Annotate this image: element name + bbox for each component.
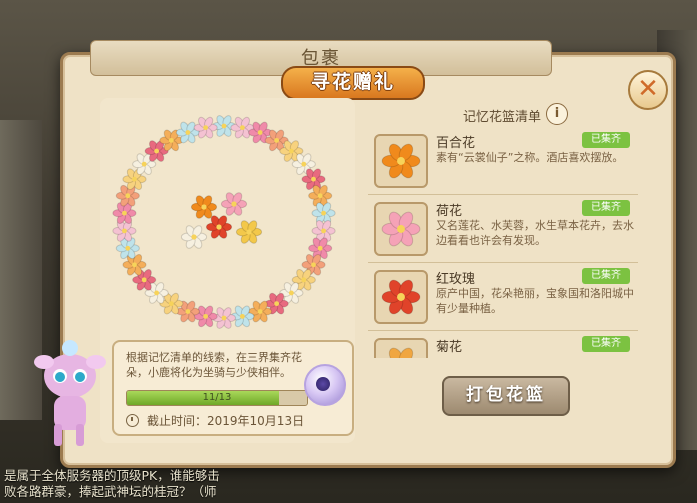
collection-progress-bar: 11/13 xyxy=(126,390,308,406)
item-name: 红玫瑰 xyxy=(436,272,476,287)
collected-badge: 已集齐 xyxy=(582,132,630,148)
item-name: 荷花 xyxy=(436,204,463,219)
list-item[interactable]: 荷花 又名莲花、水芙蓉，水生草本花卉，去水边看看也许会有发现。 已集齐 xyxy=(368,196,638,263)
item-desc: 原产中国，花朵艳丽，宝象国和洛阳城中有少量种植。 xyxy=(436,287,634,315)
lily-icon xyxy=(374,134,428,188)
event-title-ribbon: 寻花赠礼 xyxy=(281,66,425,100)
wreath-flower xyxy=(180,225,208,249)
wreath-flower xyxy=(193,116,218,139)
close-button[interactable]: ✕ xyxy=(628,70,668,110)
lotus-icon xyxy=(374,202,428,256)
pack-basket-button[interactable]: 打包花篮 xyxy=(442,376,570,416)
collected-badge: 已集齐 xyxy=(582,336,630,352)
collected-badge: 已集齐 xyxy=(582,268,630,284)
chat-log: 是属于全体服务器的顶级PK，谁能够击 败各路群豪，捧起武神坛的桂冠？（师 xyxy=(4,468,464,500)
progress-text: 11/13 xyxy=(202,392,232,403)
clock-icon xyxy=(126,414,139,427)
chat-line: 是属于全体服务器的顶级PK，谁能够击 xyxy=(4,468,220,483)
list-item[interactable]: 红玫瑰 原产中国，花朵艳丽，宝象国和洛阳城中有少量种植。 已集齐 xyxy=(368,264,638,331)
wreath-flower xyxy=(230,116,255,139)
collected-badge: 已集齐 xyxy=(582,200,630,216)
wreath-flower xyxy=(193,305,218,328)
list-item[interactable]: 百合花 素有“云裳仙子”之称。酒店喜欢摆放。 已集齐 xyxy=(368,128,638,195)
item-name: 菊花 xyxy=(436,340,463,355)
flower-list[interactable]: 百合花 素有“云裳仙子”之称。酒店喜欢摆放。 已集齐 荷花 又名莲花、水芙蓉，水… xyxy=(368,128,648,358)
deadline: 截止时间：2019年10月13日 xyxy=(126,412,304,429)
deadline-text: 截止时间：2019年10月13日 xyxy=(147,414,305,428)
item-desc: 素有“云裳仙子”之称。酒店喜欢摆放。 xyxy=(436,151,624,164)
flower-wreath xyxy=(112,115,336,329)
chrysanthemum-icon xyxy=(374,338,428,358)
event-description: 根据记忆清单的线索，在三界集齐花朵，小鹿将化为坐骑与少侠相伴。 xyxy=(126,351,302,379)
list-title: 记忆花篮清单 xyxy=(463,110,542,125)
chat-line: 败各路群豪，捧起武神坛的桂冠？（师 xyxy=(4,484,217,499)
item-name: 百合花 xyxy=(436,136,476,151)
spirit-orb-icon[interactable] xyxy=(304,364,346,406)
deer-mascot xyxy=(34,340,106,446)
item-desc: 又名莲花、水芙蓉，水生草本花卉，去水边看看也许会有发现。 xyxy=(436,219,634,247)
list-item[interactable]: 菊花 已集齐 xyxy=(368,332,638,358)
wreath-flower xyxy=(220,192,248,216)
red-rose-icon xyxy=(374,270,428,324)
wreath-flower xyxy=(235,220,263,244)
info-icon[interactable]: i xyxy=(546,103,568,125)
